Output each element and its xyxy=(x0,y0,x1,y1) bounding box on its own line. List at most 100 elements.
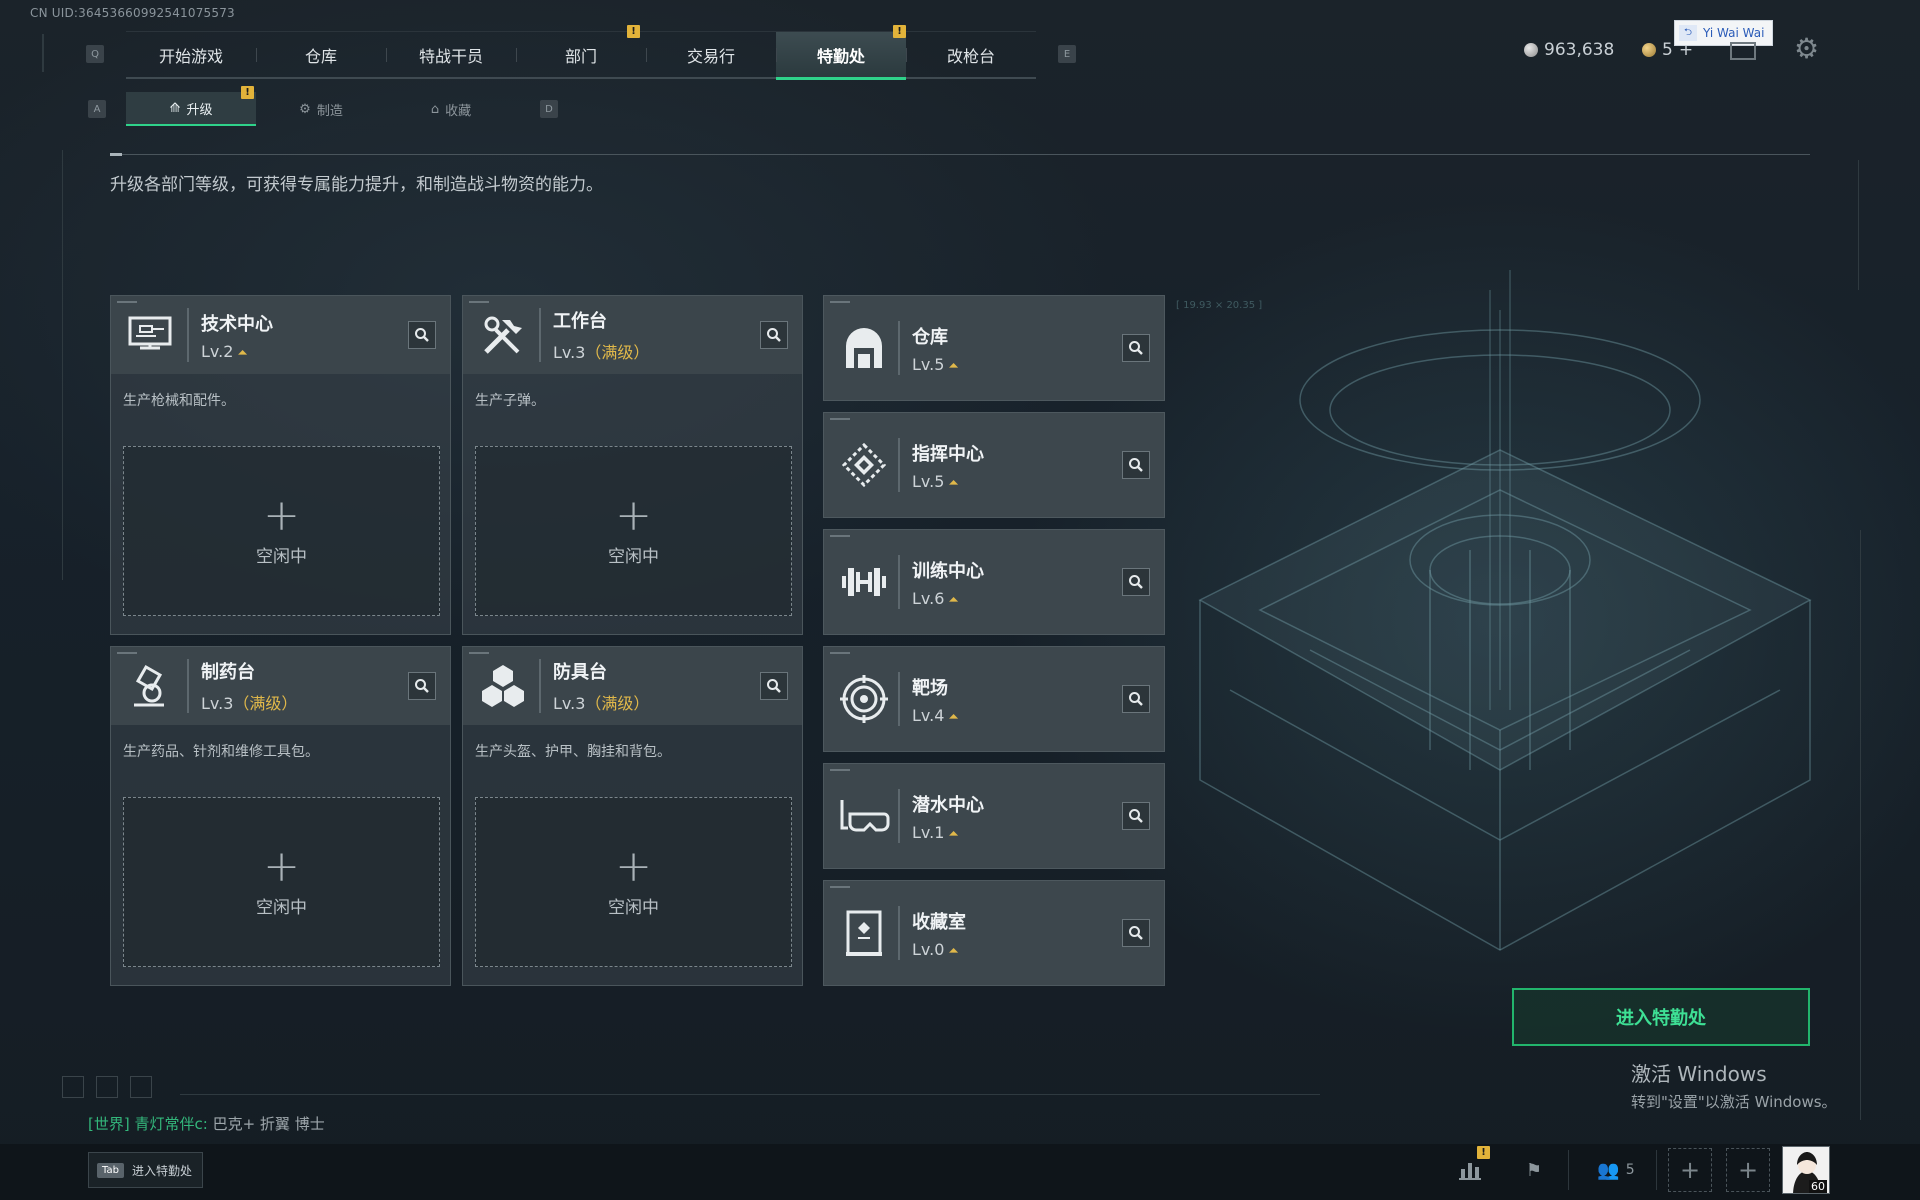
friends-count: 5 xyxy=(1625,1162,1635,1178)
divider xyxy=(898,672,900,726)
search-icon[interactable] xyxy=(408,672,436,700)
facility-description: 生产头盔、护甲、胸挂和背包。 xyxy=(475,744,671,760)
alert-badge: ! xyxy=(1477,1146,1490,1159)
shooting-range-icon xyxy=(836,671,892,727)
facility-card-shooting-range[interactable]: 靶场 Lv.4 ⏶ xyxy=(823,646,1165,752)
production-card-workbench[interactable]: 工作台 Lv.3（满级） 生产子弹。 + 空闲中 xyxy=(462,295,803,635)
stats-chart-icon[interactable]: ! xyxy=(1448,1146,1492,1192)
tab-special-ops[interactable]: 特勤处 ! xyxy=(776,25,906,80)
player-avatar[interactable]: 60 xyxy=(1782,1146,1830,1194)
search-icon[interactable] xyxy=(408,321,436,349)
plus-icon: + xyxy=(615,489,652,541)
page-description: 升级各部门等级，可获得专属能力提升，和制造战斗物资的能力。 xyxy=(110,175,603,195)
prev-subtab-key[interactable]: A xyxy=(88,100,106,118)
facility-level: Lv.0 ⏶ xyxy=(912,939,959,959)
workbench-icon xyxy=(475,307,531,363)
tab-label: 交易行 xyxy=(686,47,735,66)
training-center-icon xyxy=(836,554,892,610)
corner-mark xyxy=(830,535,850,537)
friends-button[interactable]: 👥 5 xyxy=(1586,1148,1646,1192)
divider xyxy=(539,308,541,362)
facility-level: Lv.2 ⏶ xyxy=(201,341,248,361)
next-subtab-key[interactable]: D xyxy=(540,100,558,118)
facility-name: 工作台 xyxy=(553,311,607,332)
command-center-icon xyxy=(836,437,892,493)
subtab-label: 收藏 xyxy=(445,103,472,119)
search-icon[interactable] xyxy=(1122,451,1150,479)
level-up-arrow-icon: ⏶ xyxy=(948,475,959,491)
facility-level: Lv.3（满级） xyxy=(201,694,298,713)
level-up-arrow-icon: ⏶ xyxy=(948,592,959,608)
facility-card-command-center[interactable]: 指挥中心 Lv.5 ⏶ xyxy=(823,412,1165,518)
tab-operators[interactable]: 特战干员 xyxy=(386,32,516,78)
bottom-divider-line xyxy=(180,1094,1320,1095)
flag-icon[interactable]: ⚑ xyxy=(1512,1148,1556,1192)
facility-name: 潜水中心 xyxy=(912,794,984,816)
facility-card-training-center[interactable]: 训练中心 Lv.6 ⏶ xyxy=(823,529,1165,635)
tab-label: 部门 xyxy=(564,47,597,66)
warehouse-icon xyxy=(836,320,892,376)
tab-trading[interactable]: 交易行 xyxy=(646,32,776,78)
chat-line[interactable]: [世界] 青灯常伴c: 巴克+ 折翼 博士 xyxy=(88,1113,325,1134)
production-slot[interactable]: + 空闲中 xyxy=(475,446,792,616)
alert-badge: ! xyxy=(241,86,254,99)
production-slot[interactable]: + 空闲中 xyxy=(123,446,440,616)
production-card-pharmacy[interactable]: 制药台 Lv.3（满级） 生产药品、针剂和维修工具包。 + 空闲中 xyxy=(110,646,451,986)
subtab-label: 升级 xyxy=(186,102,213,118)
alert-badge: ! xyxy=(893,25,906,38)
corner-mark xyxy=(830,652,850,654)
corner-mark xyxy=(830,301,850,303)
tab-department[interactable]: 部门 ! xyxy=(516,25,646,78)
next-tab-key[interactable]: E xyxy=(1058,45,1076,63)
tab-gunsmith[interactable]: 改枪台 xyxy=(906,32,1036,78)
facility-name: 靶场 xyxy=(912,677,948,699)
prev-tab-key[interactable]: Q xyxy=(86,45,104,63)
search-icon[interactable] xyxy=(760,321,788,349)
search-icon[interactable] xyxy=(1122,568,1150,596)
settings-gear-icon[interactable]: ⚙ xyxy=(1794,34,1819,64)
level-up-arrow-icon: ⏶ xyxy=(948,826,959,842)
diving-mask-icon xyxy=(836,788,892,844)
production-slot[interactable]: + 空闲中 xyxy=(123,797,440,967)
tab-shortcut-label: 进入特勤处 xyxy=(131,1163,192,1178)
square-decoration xyxy=(130,1076,152,1098)
facility-card-warehouse[interactable]: 仓库 Lv.5 ⏶ xyxy=(823,295,1165,401)
search-icon[interactable] xyxy=(1122,919,1150,947)
collection-room-icon xyxy=(836,905,892,961)
plus-icon: + xyxy=(263,489,300,541)
chat-message: 巴克+ 折翼 博士 xyxy=(212,1115,325,1133)
user-tooltip: ⮌ Yi Wai Wai xyxy=(1674,20,1774,46)
subtab-upgrade[interactable]: ⟰ 升级 ! xyxy=(126,86,256,126)
facility-name: 指挥中心 xyxy=(912,443,984,465)
mail-icon[interactable] xyxy=(1730,42,1756,60)
add-party-slot-button[interactable]: + xyxy=(1668,1148,1712,1192)
right-frame-line-lower xyxy=(1860,530,1861,1120)
tab-start-game[interactable]: 开始游戏 xyxy=(126,32,256,78)
enter-special-ops-button[interactable]: 进入特勤处 xyxy=(1512,988,1810,1046)
facility-card-diving-center[interactable]: 潜水中心 Lv.1 ⏶ xyxy=(823,763,1165,869)
corner-mark xyxy=(469,301,489,303)
search-icon[interactable] xyxy=(1122,334,1150,362)
plus-icon: + xyxy=(615,840,652,892)
subtab-craft[interactable]: ⚙ 制造 xyxy=(256,92,386,126)
silver-currency: 963,638 xyxy=(1524,40,1614,60)
facility-level: Lv.3（满级） xyxy=(553,343,650,362)
tab-shortcut-hint[interactable]: Tab 进入特勤处 xyxy=(88,1152,203,1188)
square-decoration xyxy=(96,1076,118,1098)
subtab-label: 制造 xyxy=(316,103,343,119)
silver-coin-icon xyxy=(1524,43,1538,57)
production-card-armor-bench[interactable]: 防具台 Lv.3（满级） 生产头盔、护甲、胸挂和背包。 + 空闲中 xyxy=(462,646,803,986)
search-icon[interactable] xyxy=(760,672,788,700)
search-icon[interactable] xyxy=(1122,685,1150,713)
search-icon[interactable] xyxy=(1122,802,1150,830)
friends-icon: 👥 xyxy=(1597,1159,1620,1181)
production-slot[interactable]: + 空闲中 xyxy=(475,797,792,967)
facility-card-collection-room[interactable]: 收藏室 Lv.0 ⏶ xyxy=(823,880,1165,986)
tab-label: 仓库 xyxy=(304,47,337,66)
corner-mark xyxy=(117,652,137,654)
armor-bench-icon xyxy=(475,658,531,714)
production-card-tech-center[interactable]: 技术中心 Lv.2 ⏶ 生产枪械和配件。 + 空闲中 xyxy=(110,295,451,635)
subtab-collection[interactable]: ⌂ 收藏 xyxy=(386,92,516,126)
tab-warehouse[interactable]: 仓库 xyxy=(256,32,386,78)
add-party-slot-button[interactable]: + xyxy=(1726,1148,1770,1192)
